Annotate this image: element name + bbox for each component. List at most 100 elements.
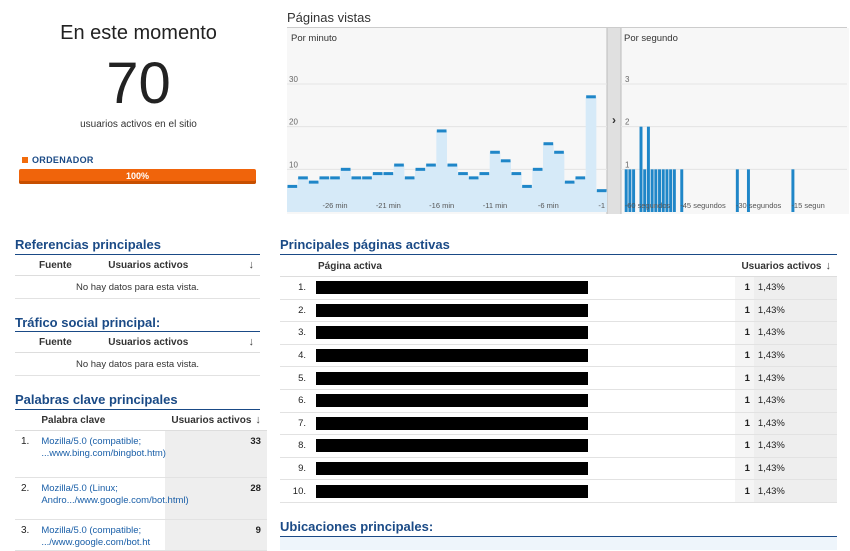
minute-point (319, 176, 330, 180)
chart-title: Páginas vistas (287, 10, 371, 25)
minute-point (415, 167, 426, 171)
referrals-table: Fuente Usuarios activos ↓ No hay datos p… (15, 255, 260, 299)
x-tick-label: -1 (598, 201, 605, 210)
keyword-value: 9 (165, 519, 267, 551)
keywords-col-users-header[interactable]: Usuarios activos ↓ (165, 410, 267, 431)
page-path[interactable] (312, 276, 736, 300)
referrals-sort[interactable]: ↓ (230, 255, 260, 276)
minute-point (287, 184, 298, 188)
page-users-value: 1 (735, 276, 754, 300)
redacted-page-path (316, 484, 588, 498)
table-row: 1. Mozilla/5.0 (compatible; ...www.bing.… (15, 430, 267, 478)
minute-point (500, 159, 511, 163)
page-users-percent: 1,43% (753, 389, 837, 413)
pages-table: Página activa Usuarios activos ↓ 1. 1 1,43%… (280, 256, 837, 503)
minute-point (436, 129, 447, 133)
keyword-link[interactable]: Mozilla/5.0 (compatible; .../www.google.… (41, 525, 159, 550)
second-bar (646, 126, 650, 212)
x-tick-label: -15 segun (791, 201, 824, 210)
minute-point (362, 176, 372, 180)
table-row: 3. 1 1,43% (280, 321, 837, 345)
minute-point (458, 172, 468, 176)
page-path[interactable] (312, 366, 736, 390)
social-title: Tráfico social principal: (15, 315, 161, 330)
page-users-percent: 1,43% (753, 457, 837, 481)
page-users-value: 1 (735, 412, 754, 436)
keyword-link[interactable]: Mozilla/5.0 (compatible; ...www.bing.com… (41, 436, 166, 460)
pages-col-users-header[interactable]: Usuarios activos ↓ (735, 256, 837, 277)
page-path[interactable] (312, 344, 736, 368)
minute-point (468, 176, 479, 180)
page-path[interactable] (312, 434, 736, 458)
redacted-page-path (316, 349, 588, 363)
keywords-col-keyword[interactable]: Palabra clave (35, 410, 166, 431)
sort-descending-icon: ↓ (825, 260, 832, 272)
page-path[interactable] (312, 412, 736, 436)
row-number: 1. (15, 430, 36, 478)
referrals-empty: No hay datos para esta vista. (15, 275, 260, 299)
minute-point (404, 176, 415, 180)
x-tick-label: -45 segundos (680, 201, 726, 210)
social-sort[interactable]: ↓ (230, 332, 260, 353)
page-path[interactable] (312, 457, 736, 481)
y-tick-label: 1 (625, 160, 630, 169)
table-row: 2. Mozilla/5.0 (Linux; Andro.../www.goog… (15, 477, 267, 520)
table-row: 10. 1 1,43% (280, 479, 837, 503)
x-tick-label: -26 min (322, 201, 347, 210)
page-path[interactable] (312, 479, 736, 503)
referrals-col-users: Usuarios activos (108, 259, 189, 271)
sort-descending-icon: ↓ (255, 414, 261, 426)
page-path[interactable] (312, 321, 736, 345)
minute-point (372, 172, 383, 176)
minute-panel-label: Por minuto (291, 33, 337, 44)
page-users-value: 1 (735, 457, 754, 481)
row-number: 9. (280, 457, 312, 481)
page-users-percent: 1,43% (753, 366, 837, 390)
minute-point (426, 163, 436, 167)
redacted-page-path (316, 303, 588, 317)
minute-point (330, 176, 340, 180)
minute-point (490, 150, 500, 154)
redacted-page-path (316, 326, 588, 340)
y-tick-label: 2 (625, 118, 630, 127)
active-users-count: 70 (106, 51, 171, 116)
page-users-percent: 1,43% (753, 412, 837, 436)
page-users-percent: 1,43% (753, 479, 837, 503)
x-tick-label: -21 min (376, 201, 401, 210)
social-table: Fuente Usuarios activos ↓ No hay datos p… (15, 332, 260, 376)
device-percentage-bar[interactable]: 100% (19, 169, 256, 184)
device-percentage-label: 100% (125, 171, 150, 181)
page-path[interactable] (312, 389, 736, 413)
social-col-users-header[interactable]: Usuarios activos (102, 332, 231, 353)
keyword-link[interactable]: Mozilla/5.0 (Linux; Andro.../www.google.… (41, 483, 188, 507)
minute-point (298, 176, 308, 180)
device-legend: ORDENADOR (22, 155, 94, 165)
page-path[interactable] (312, 299, 736, 323)
minute-point (543, 142, 554, 146)
pages-rule (280, 254, 837, 255)
referrals-col-users-header[interactable]: Usuarios activos (102, 255, 231, 276)
x-tick-label: -30 segundos (736, 201, 782, 210)
pages-title: Principales páginas activas (280, 237, 450, 252)
page-users-percent: 1,43% (753, 434, 837, 458)
social-col-source[interactable]: Fuente (15, 332, 103, 353)
minute-point (351, 176, 362, 180)
referrals-col-source[interactable]: Fuente (15, 255, 103, 276)
redacted-page-path (316, 371, 588, 385)
y-tick-label: 3 (625, 75, 630, 84)
redacted-page-path (316, 394, 588, 408)
table-row: 7. 1 1,43% (280, 412, 837, 436)
minute-point (511, 172, 522, 176)
page-users-value: 1 (735, 479, 754, 503)
minute-point (522, 184, 532, 188)
page-users-percent: 1,43% (753, 299, 837, 323)
chevron-right-icon[interactable]: › (612, 113, 616, 127)
row-number: 4. (280, 344, 312, 368)
page-users-percent: 1,43% (753, 321, 837, 345)
table-row: 1. 1 1,43% (280, 276, 837, 300)
pages-col-page[interactable]: Página activa (312, 256, 736, 277)
row-number: 6. (280, 389, 312, 413)
y-tick-label: 30 (289, 75, 298, 84)
minute-point (479, 172, 490, 176)
page-users-value: 1 (735, 299, 754, 323)
